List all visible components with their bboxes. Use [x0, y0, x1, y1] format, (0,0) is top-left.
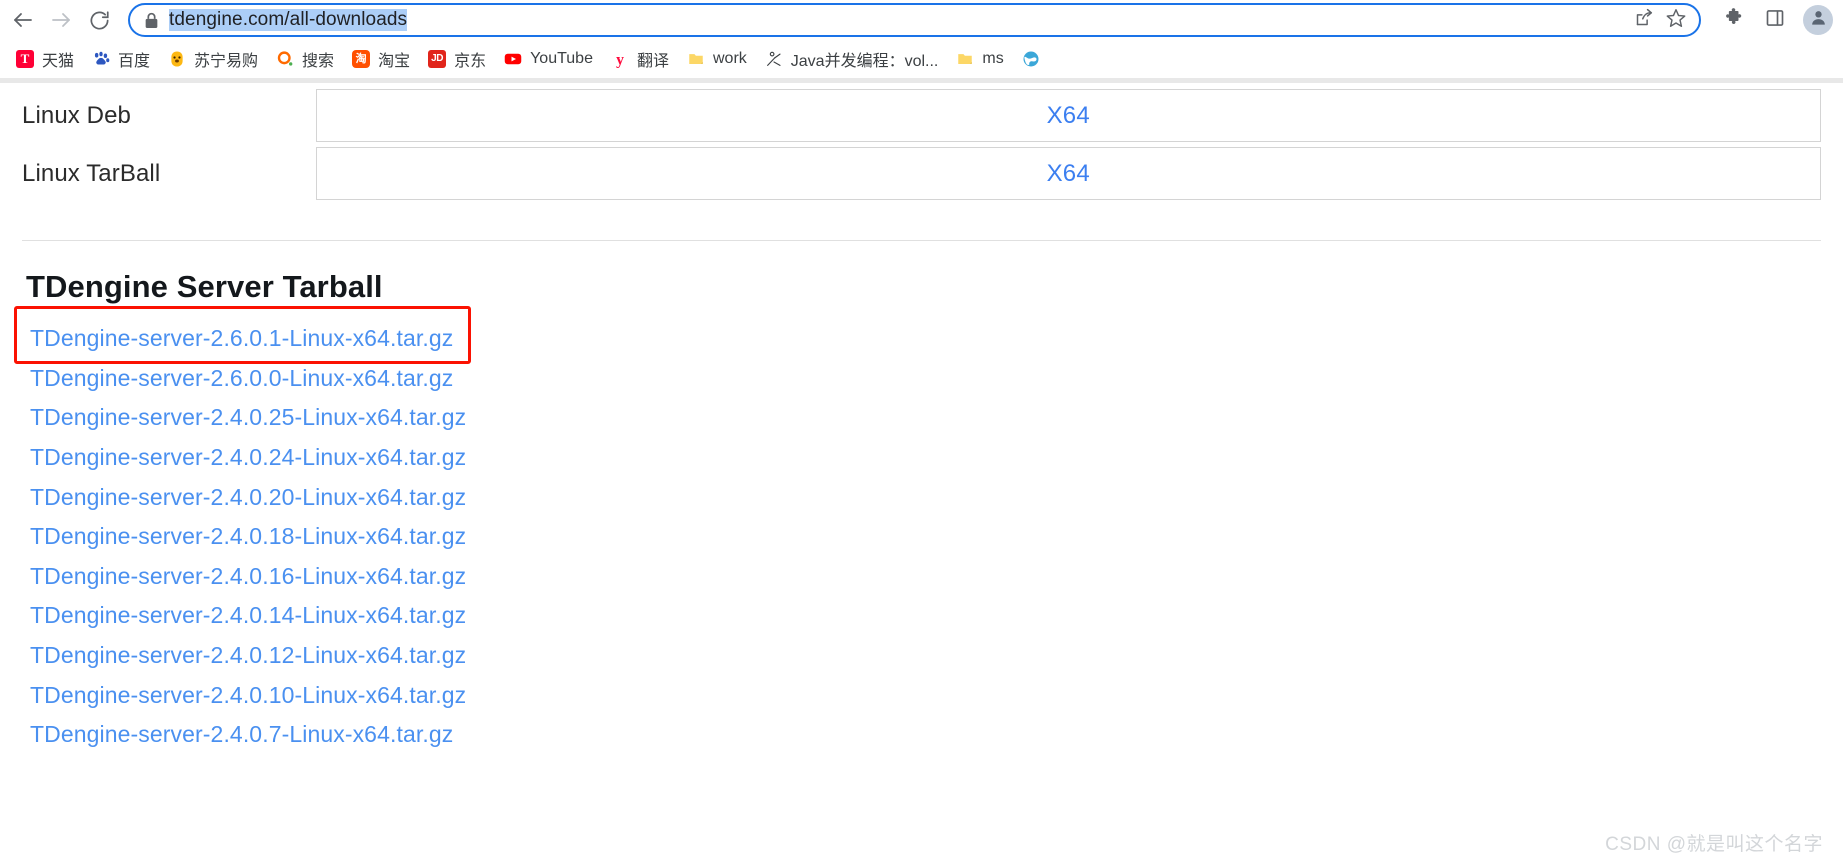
- browser-toolbar: tdengine.com/all-downloads: [0, 0, 1843, 40]
- bookmark-label: ms: [982, 49, 1004, 67]
- bookmark-label: 苏宁易购: [194, 52, 259, 70]
- list-item[interactable]: TDengine-server-2.6.0.1-Linux-x64.tar.gz: [14, 306, 1821, 364]
- download-link-x64-tarball[interactable]: X64: [1047, 160, 1090, 187]
- csdn-watermark: CSDN @就是叫这个名字: [1605, 834, 1823, 855]
- list-item[interactable]: TDengine-server-2.4.0.14-Linux-x64.tar.g…: [22, 596, 1821, 636]
- table-row: Linux TarBall X64: [22, 147, 1821, 200]
- forward-arrow-icon: [49, 8, 73, 32]
- list-item[interactable]: TDengine-server-2.6.0.0-Linux-x64.tar.gz: [22, 359, 1821, 399]
- bookmark-star-button[interactable]: [1661, 5, 1691, 35]
- tarball-link[interactable]: TDengine-server-2.4.0.12-Linux-x64.tar.g…: [30, 642, 466, 669]
- downloads-os-table: Linux Deb X64 Linux TarBall X64: [22, 89, 1821, 200]
- folder-icon: [687, 50, 705, 68]
- bookmark-suning[interactable]: 苏宁易购: [160, 45, 266, 73]
- bookmark-label: Java并发编程：vol...: [790, 52, 939, 70]
- bookmark-label: 搜索: [302, 52, 335, 70]
- tarball-link[interactable]: TDengine-server-2.4.0.18-Linux-x64.tar.g…: [30, 523, 466, 550]
- bookmark-taobao[interactable]: 淘 淘宝: [344, 45, 418, 73]
- search-favicon: [276, 50, 294, 68]
- bookmark-label: YouTube: [530, 49, 593, 67]
- side-panel-button[interactable]: [1757, 2, 1793, 38]
- bookmark-tmall[interactable]: T 天猫: [8, 45, 82, 73]
- bookmark-label: 京东: [454, 52, 487, 70]
- list-item[interactable]: TDengine-server-2.4.0.25-Linux-x64.tar.g…: [22, 398, 1821, 438]
- url-value: tdengine.com/all-downloads: [169, 9, 408, 31]
- table-row: Linux Deb X64: [22, 89, 1821, 142]
- arch-cell-linux-tarball[interactable]: X64: [315, 147, 1821, 200]
- reload-button[interactable]: [80, 1, 118, 39]
- baidu-favicon: [92, 50, 110, 68]
- tmall-favicon: T: [16, 49, 34, 68]
- list-item[interactable]: TDengine-server-2.4.0.10-Linux-x64.tar.g…: [22, 675, 1821, 715]
- globe-icon: [1022, 50, 1040, 68]
- share-icon: [1634, 7, 1655, 33]
- bookmark-label: 淘宝: [378, 52, 411, 70]
- bookmarks-bar: T 天猫 百度 苏宁易购 搜索 淘 淘宝 JD 京东 YouTube y 翻译 …: [0, 40, 1843, 78]
- list-item[interactable]: TDengine-server-2.4.0.24-Linux-x64.tar.g…: [22, 438, 1821, 478]
- bookmark-folder-ms[interactable]: ms: [948, 45, 1011, 73]
- bookmark-search[interactable]: 搜索: [268, 45, 342, 73]
- jd-favicon: JD: [428, 49, 447, 68]
- tarball-link[interactable]: TDengine-server-2.4.0.25-Linux-x64.tar.g…: [30, 404, 466, 431]
- download-link-x64-deb[interactable]: X64: [1047, 102, 1090, 129]
- bookmark-label: 百度: [118, 52, 151, 70]
- arch-cell-linux-deb[interactable]: X64: [315, 89, 1821, 142]
- suning-favicon: [168, 50, 186, 68]
- tarball-link[interactable]: TDengine-server-2.6.0.0-Linux-x64.tar.gz: [30, 365, 453, 392]
- side-panel-icon: [1765, 8, 1785, 33]
- bookmark-globe[interactable]: [1014, 45, 1056, 73]
- lock-icon[interactable]: [144, 12, 159, 29]
- svg-text:y: y: [616, 51, 624, 68]
- bookmark-java-concurrency[interactable]: Java并发编程：vol...: [757, 45, 947, 73]
- forward-button[interactable]: [42, 1, 80, 39]
- list-item[interactable]: TDengine-server-2.4.0.20-Linux-x64.tar.g…: [22, 477, 1821, 517]
- translate-favicon: y: [611, 50, 629, 68]
- page-content: Linux Deb X64 Linux TarBall X64 TDengine…: [0, 78, 1843, 866]
- avatar-icon: [1809, 8, 1828, 32]
- bookmark-label: work: [712, 49, 747, 67]
- back-button[interactable]: [4, 1, 42, 39]
- folder-icon: [956, 50, 974, 68]
- tarball-link[interactable]: TDengine-server-2.4.0.20-Linux-x64.tar.g…: [30, 484, 466, 511]
- bookmark-jd[interactable]: JD 京东: [420, 45, 494, 73]
- bookmark-translate[interactable]: y 翻译: [603, 45, 677, 73]
- tarball-link[interactable]: TDengine-server-2.4.0.14-Linux-x64.tar.g…: [30, 602, 466, 629]
- tarball-link[interactable]: TDengine-server-2.4.0.10-Linux-x64.tar.g…: [30, 682, 466, 709]
- youtube-favicon: [504, 50, 522, 68]
- page-top-rule: [0, 78, 1843, 83]
- tarball-link[interactable]: TDengine-server-2.4.0.24-Linux-x64.tar.g…: [30, 444, 466, 471]
- list-item[interactable]: TDengine-server-2.4.0.16-Linux-x64.tar.g…: [22, 557, 1821, 597]
- browser-chrome: tdengine.com/all-downloads T 天猫 百度 苏宁易购 …: [0, 0, 1843, 78]
- profile-button[interactable]: [1803, 5, 1833, 35]
- bookmark-baidu[interactable]: 百度: [84, 45, 158, 73]
- bookmark-label: 天猫: [42, 52, 75, 70]
- url-text[interactable]: tdengine.com/all-downloads: [169, 9, 1627, 31]
- generic-favicon: [765, 50, 783, 68]
- page-title: TDengine Server Tarball: [26, 269, 383, 304]
- puzzle-piece-icon: [1723, 7, 1744, 33]
- bookmark-folder-work[interactable]: work: [679, 45, 755, 73]
- tarball-download-list: TDengine-server-2.6.0.1-Linux-x64.tar.gz…: [14, 306, 1821, 755]
- bookmark-label: 翻译: [636, 52, 669, 70]
- bookmark-youtube[interactable]: YouTube: [496, 45, 601, 73]
- tarball-link[interactable]: TDengine-server-2.6.0.1-Linux-x64.tar.gz: [30, 325, 453, 352]
- os-name-linux-deb: Linux Deb: [22, 101, 131, 129]
- share-button[interactable]: [1629, 5, 1659, 35]
- list-item[interactable]: TDengine-server-2.4.0.18-Linux-x64.tar.g…: [22, 517, 1821, 557]
- section-divider: [22, 240, 1821, 241]
- tarball-link[interactable]: TDengine-server-2.4.0.7-Linux-x64.tar.gz: [30, 721, 453, 748]
- tarball-link[interactable]: TDengine-server-2.4.0.16-Linux-x64.tar.g…: [30, 563, 466, 590]
- os-name-linux-tarball: Linux TarBall: [22, 159, 161, 187]
- address-bar[interactable]: tdengine.com/all-downloads: [128, 3, 1701, 37]
- extensions-button[interactable]: [1715, 2, 1751, 38]
- list-item[interactable]: TDengine-server-2.4.0.7-Linux-x64.tar.gz: [22, 715, 1821, 755]
- taobao-favicon: 淘: [352, 49, 371, 68]
- star-icon: [1665, 7, 1687, 34]
- reload-icon: [88, 9, 111, 32]
- back-arrow-icon: [11, 8, 35, 32]
- list-item[interactable]: TDengine-server-2.4.0.12-Linux-x64.tar.g…: [22, 636, 1821, 676]
